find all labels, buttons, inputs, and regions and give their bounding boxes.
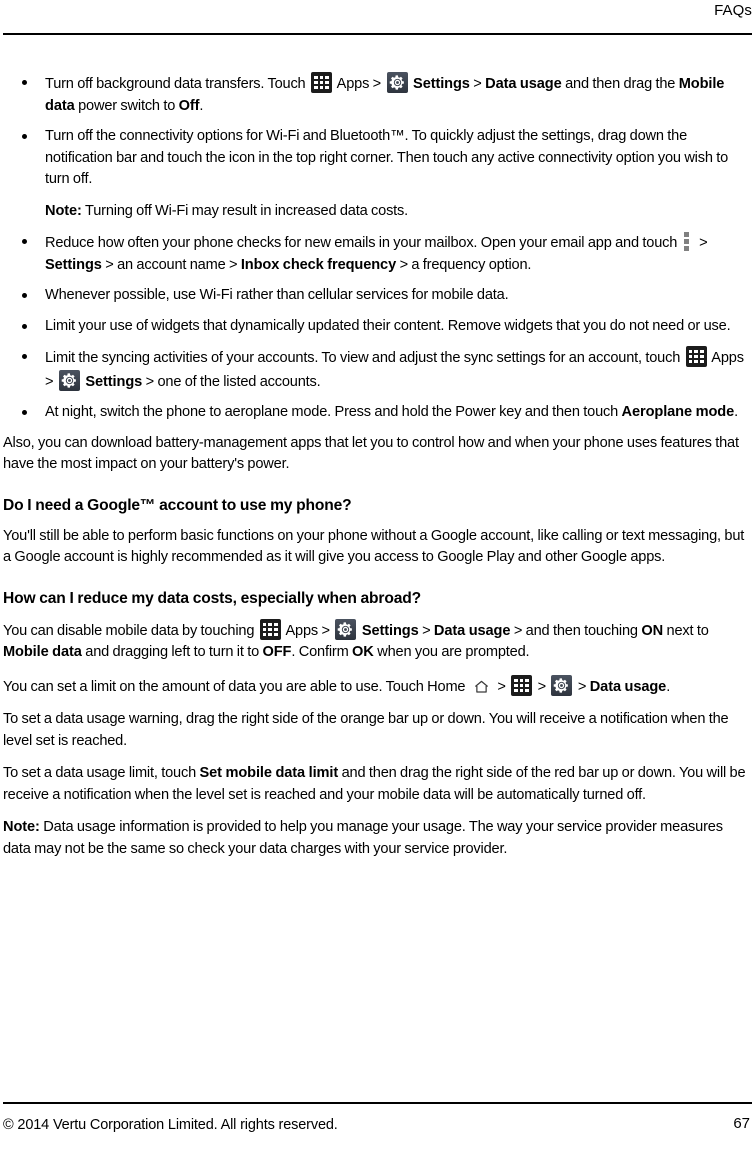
emphasised-term: Settings — [358, 622, 419, 639]
page-header: FAQs — [3, 0, 752, 38]
heading-google-account: Do I need a Google™ account to use my ph… — [3, 496, 352, 514]
home-icon — [473, 679, 490, 696]
list-item: At night, switch the phone to aeroplane … — [3, 402, 753, 424]
list-item-text: Limit the syncing activities of your acc… — [45, 346, 744, 391]
list-item: Turn off background data transfers. Touc… — [3, 72, 753, 117]
list-item-text: Turn off the connectivity options for Wi… — [45, 128, 729, 187]
emphasised-term: Settings — [81, 373, 143, 390]
emphasised-term: ON — [641, 622, 664, 639]
google-account-paragraph: You'll still be able to perform basic fu… — [3, 527, 745, 566]
data-costs-paragraph-4: To set a data usage limit, touch Set mob… — [3, 765, 746, 803]
list-item-text: Limit your use of widgets that dynamical… — [45, 317, 731, 334]
header-title: FAQs — [714, 2, 752, 19]
emphasised-term: Data usage — [433, 622, 511, 639]
page-content: Turn off background data transfers. Touc… — [3, 72, 753, 871]
emphasised-term: Set mobile data limit — [199, 765, 339, 781]
emphasised-term: Off — [178, 97, 200, 114]
note-label: Note: — [45, 202, 82, 219]
footer-page-number: 67 — [733, 1115, 750, 1132]
note-label: Note: — [3, 819, 40, 835]
bullet-icon — [22, 293, 27, 298]
footer-divider — [3, 1102, 752, 1104]
document-page: FAQs Turn off background data transfers.… — [0, 0, 755, 1162]
apps-grid-icon — [259, 618, 281, 640]
list-item: Turn off the connectivity options for Wi… — [3, 126, 753, 191]
apps-grid-icon — [310, 72, 332, 93]
bullet-icon — [22, 323, 27, 329]
list-item: Whenever possible, use Wi-Fi rather than… — [3, 285, 753, 307]
bullet-icon — [22, 354, 27, 359]
apps-grid-icon — [685, 346, 707, 367]
battery-apps-paragraph: Also, you can download battery-managemen… — [3, 434, 739, 473]
settings-gear-icon — [58, 369, 80, 391]
data-costs-paragraph-3: To set a data usage warning, drag the ri… — [3, 711, 729, 749]
emphasised-term: Aeroplane mode — [621, 404, 735, 420]
header-divider — [3, 33, 752, 35]
list-item: Limit your use of widgets that dynamical… — [3, 316, 753, 338]
emphasised-term: Inbox check frequency — [240, 256, 397, 273]
emphasised-term: OFF — [262, 644, 292, 660]
emphasised-term: Mobile data — [45, 76, 725, 114]
inline-note: Note: Turning off Wi-Fi may result in in… — [45, 202, 409, 219]
emphasised-term: Mobile data — [3, 644, 82, 660]
emphasised-term: OK — [352, 644, 374, 660]
bullet-icon — [22, 80, 27, 85]
bullet-icon — [22, 239, 27, 244]
emphasised-term: Data usage — [589, 678, 667, 695]
heading-data-costs: How can I reduce my data costs, especial… — [3, 589, 421, 607]
apps-grid-icon — [511, 674, 533, 696]
emphasised-term: Settings — [45, 256, 102, 273]
list-item: Reduce how often your phone checks for n… — [3, 231, 753, 276]
data-costs-paragraph-1: You can disable mobile data by touching … — [3, 618, 753, 664]
battery-tips-list: Turn off background data transfers. Touc… — [3, 72, 753, 424]
footer-copyright: © 2014 Vertu Corporation Limited. All ri… — [3, 1117, 338, 1133]
bullet-icon — [22, 134, 27, 139]
list-item-text: Reduce how often your phone checks for n… — [45, 232, 708, 273]
settings-gear-icon — [335, 618, 357, 640]
settings-gear-icon — [551, 674, 573, 696]
data-costs-note: Note: Data usage information is provided… — [3, 819, 723, 857]
list-item: Limit the syncing activities of your acc… — [3, 346, 753, 393]
emphasised-term: Settings — [409, 76, 470, 92]
list-item-text: Turn off background data transfers. Touc… — [45, 72, 725, 114]
overflow-menu-icon — [683, 231, 691, 251]
settings-gear-icon — [386, 72, 408, 93]
list-item-text: At night, switch the phone to aeroplane … — [45, 404, 738, 420]
data-costs-paragraph-2: You can set a limit on the amount of dat… — [3, 674, 753, 699]
emphasised-term: Data usage — [485, 76, 562, 92]
bullet-icon — [22, 410, 27, 415]
page-footer: © 2014 Vertu Corporation Limited. All ri… — [3, 1102, 752, 1148]
list-item-text: Whenever possible, use Wi-Fi rather than… — [45, 287, 509, 303]
